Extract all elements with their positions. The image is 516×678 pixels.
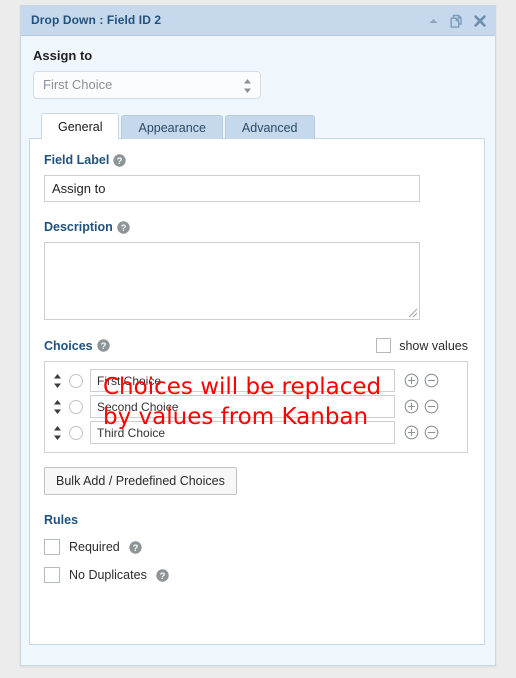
required-checkbox[interactable] [44,539,60,555]
choice-input[interactable] [90,369,395,392]
panel-title: Drop Down : Field ID 2 [31,13,162,27]
description-field-wrap [44,242,420,320]
remove-choice-icon[interactable] [424,373,439,388]
choice-radio[interactable] [69,399,83,414]
no-duplicates-checkbox[interactable] [44,567,60,583]
svg-text:?: ? [132,543,138,554]
choices-header-row: Choices ? show values [44,338,468,353]
svg-text:?: ? [117,156,123,167]
drag-handle-icon[interactable] [53,399,62,415]
tab-advanced-label: Advanced [241,120,298,135]
close-icon[interactable] [473,14,487,28]
collapse-icon[interactable] [427,15,440,28]
field-label-input[interactable] [44,175,420,202]
description-heading-text: Description [44,220,113,234]
show-values-checkbox[interactable] [376,338,392,353]
choice-row-actions [404,425,439,440]
field-label-heading-text: Field Label [44,153,110,167]
choice-row-actions [404,373,439,388]
description-heading: Description ? [44,220,468,234]
help-icon[interactable]: ? [156,568,169,582]
choice-radio[interactable] [69,425,83,440]
svg-text:?: ? [120,223,126,234]
choice-row-actions [404,399,439,414]
remove-choice-icon[interactable] [424,425,439,440]
rules-heading-text: Rules [44,513,79,527]
tab-appearance-label: Appearance [138,120,206,135]
add-choice-icon[interactable] [404,425,419,440]
add-choice-icon[interactable] [404,399,419,414]
assign-to-block: Assign to First Choice [21,36,495,99]
svg-text:?: ? [100,341,106,352]
help-icon[interactable]: ? [129,540,142,554]
help-icon[interactable]: ? [96,339,110,352]
duplicate-icon[interactable] [449,14,464,29]
rule-no-duplicates[interactable]: No Duplicates ? [44,567,468,583]
show-values-toggle[interactable]: show values [376,338,468,353]
choices-heading-text: Choices [44,338,93,353]
choice-input[interactable] [90,395,395,418]
drag-handle-icon[interactable] [53,373,62,389]
tab-advanced[interactable]: Advanced [224,115,315,139]
tab-panel-general: Field Label ? Description ? [29,138,485,645]
drag-handle-icon[interactable] [53,425,62,441]
assign-to-select[interactable]: First Choice [33,71,261,99]
assign-to-label: Assign to [33,48,93,63]
bulk-add-button[interactable]: Bulk Add / Predefined Choices [44,467,237,495]
remove-choice-icon[interactable] [424,399,439,414]
choices-list: Choices will be replaced by values from … [44,361,468,453]
rules-heading: Rules [44,513,468,527]
help-icon[interactable]: ? [113,153,126,167]
tab-general[interactable]: General [41,113,120,139]
assign-to-selected-value: First Choice [43,77,113,92]
choice-row [53,394,459,419]
field-label-heading: Field Label ? [44,153,468,167]
svg-text:?: ? [159,571,165,582]
choice-row [53,420,459,445]
show-values-label: show values [399,338,468,353]
panel-header: Drop Down : Field ID 2 [21,6,495,36]
tab-general-label: General [58,119,103,134]
stepper-arrows-icon [243,77,252,95]
required-label: Required [69,540,120,554]
choice-input[interactable] [90,421,395,444]
description-textarea[interactable] [44,242,420,320]
field-settings-panel: Drop Down : Field ID 2 Assign to First C… [20,5,496,666]
no-duplicates-label: No Duplicates [69,568,147,582]
choice-row [53,368,459,393]
settings-tabs: General Appearance Advanced [41,113,495,139]
choice-radio[interactable] [69,373,83,388]
panel-header-actions [427,6,487,36]
tab-appearance[interactable]: Appearance [121,115,223,139]
choices-heading: Choices ? [44,339,110,353]
help-icon[interactable]: ? [117,220,130,234]
add-choice-icon[interactable] [404,373,419,388]
rule-required[interactable]: Required ? [44,539,468,555]
